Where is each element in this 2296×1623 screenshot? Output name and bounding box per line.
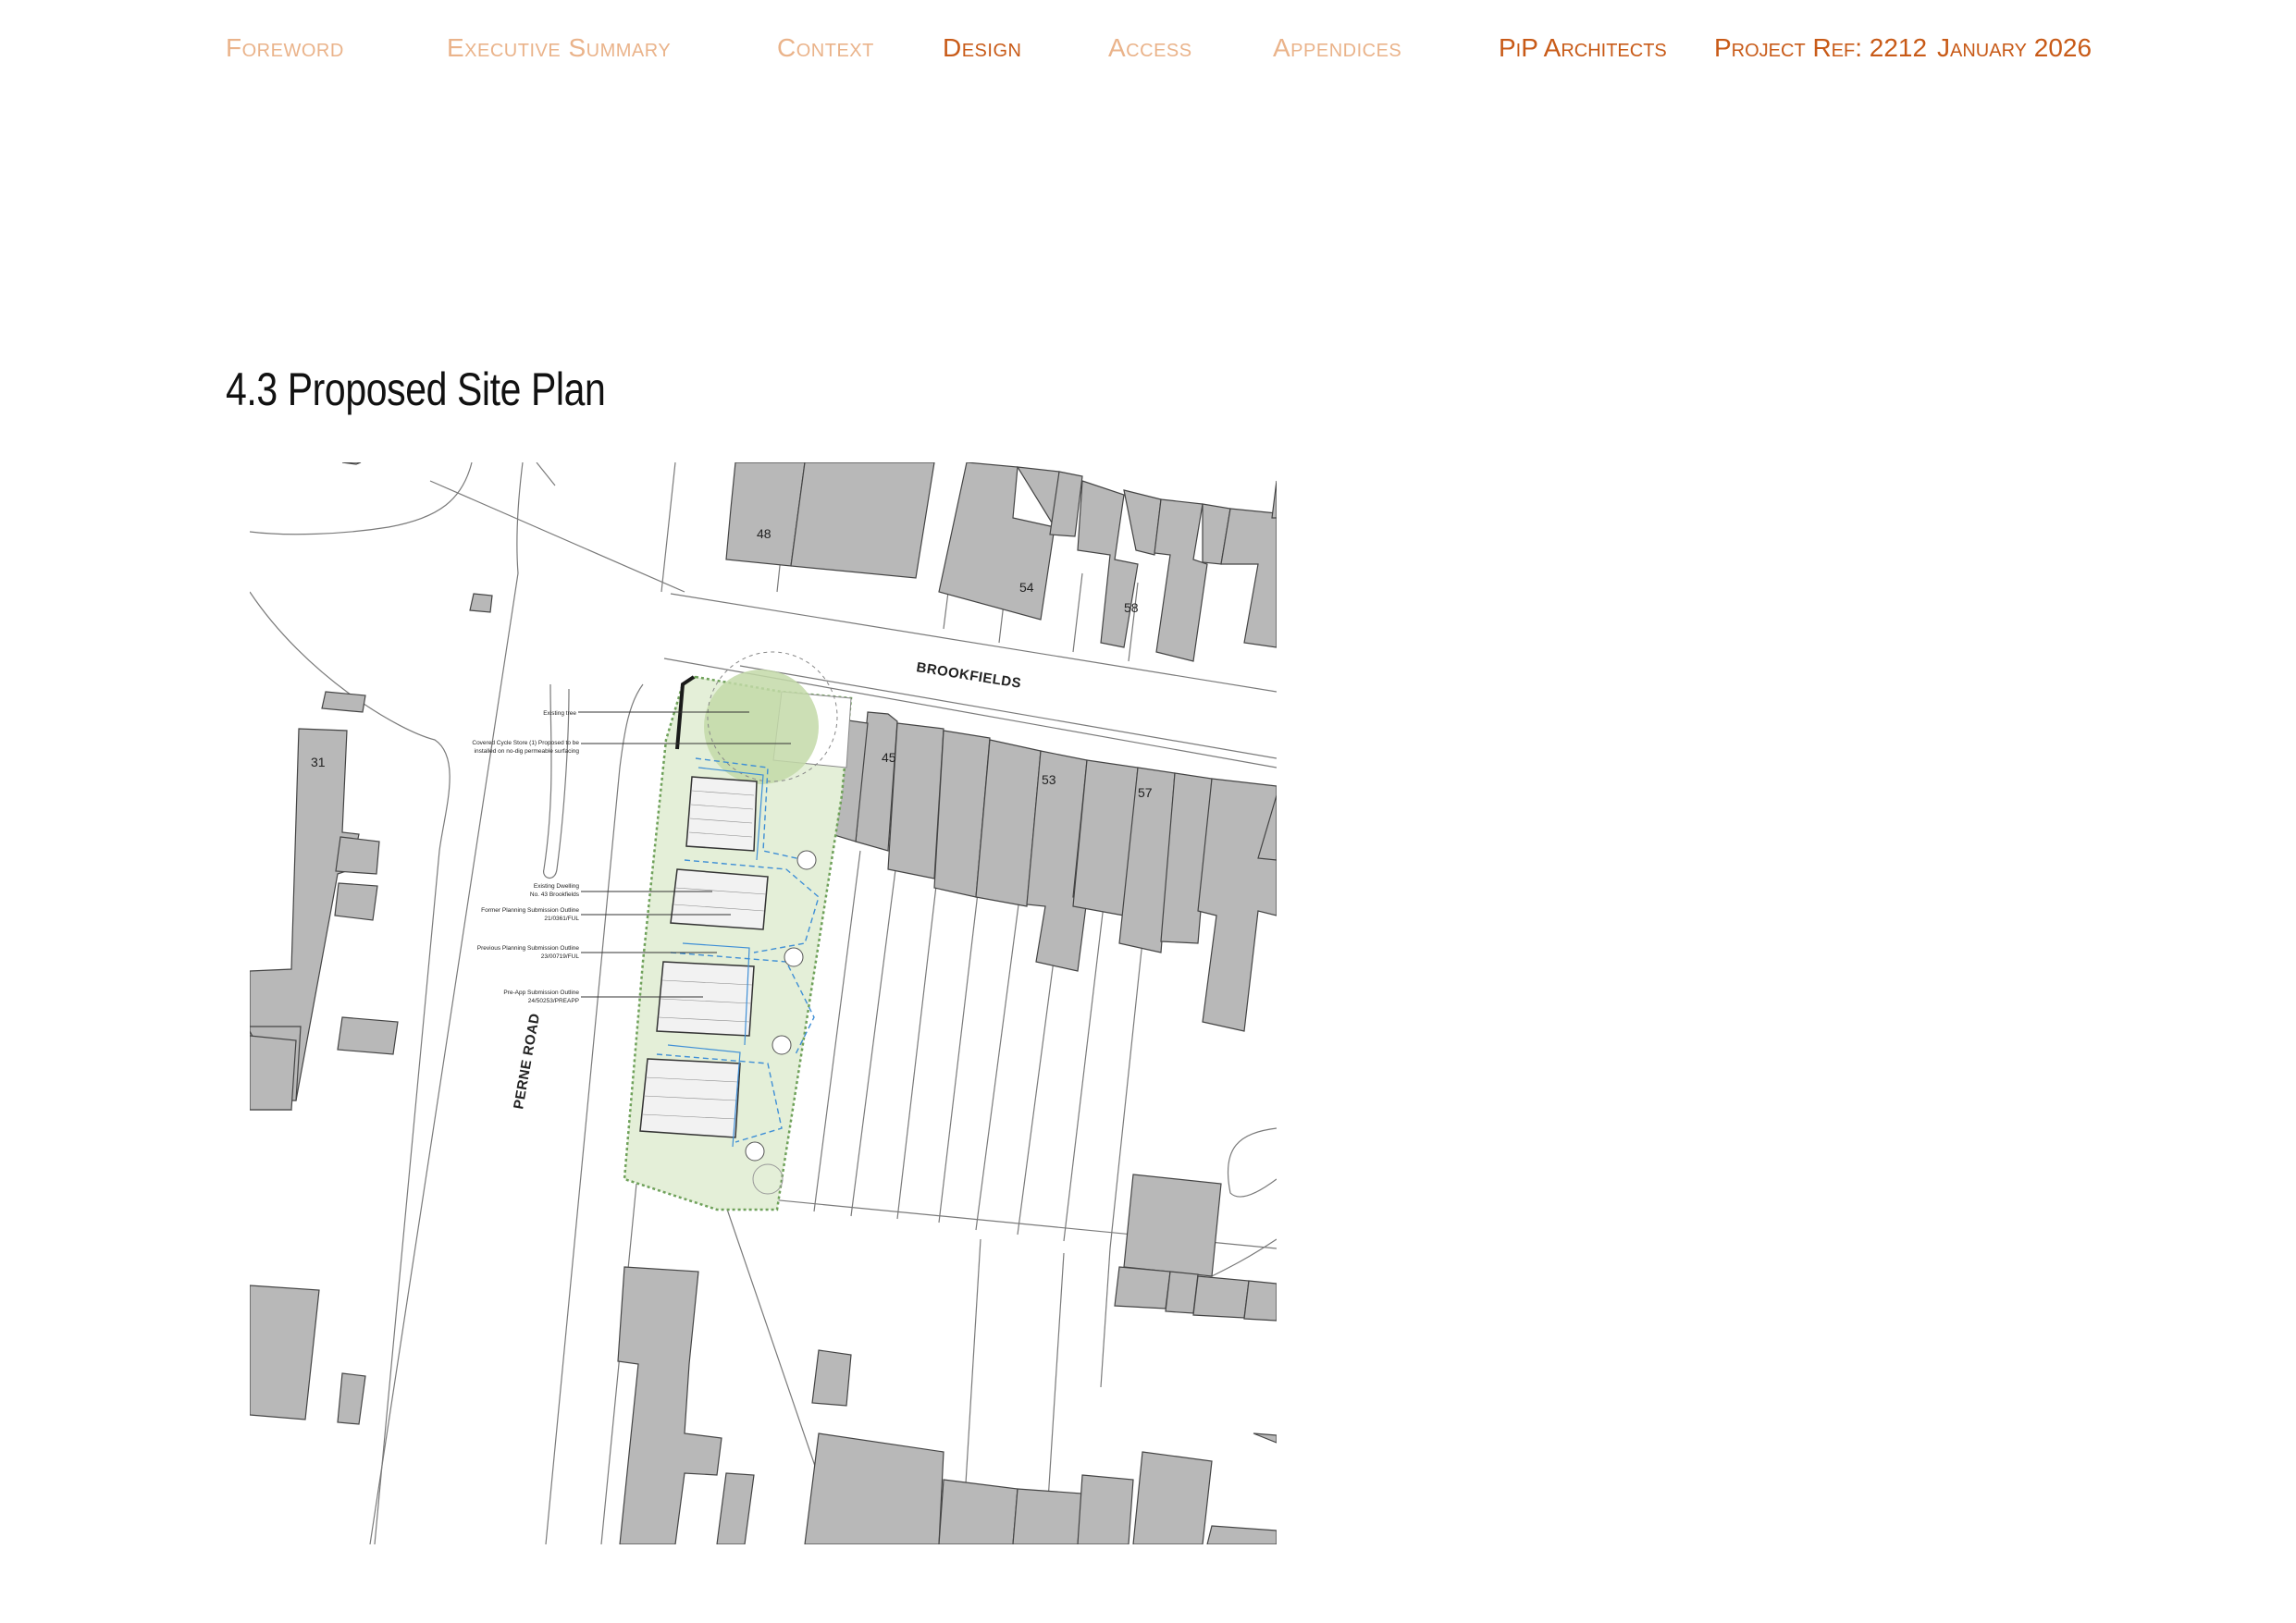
house-number-label: 53 <box>1042 772 1056 787</box>
site-plan-annotations: Existing tree Covered Cycle Store (1) Pr… <box>472 710 579 1004</box>
project-ref: Project Ref: 2212 <box>1714 33 1928 62</box>
annotation-cycle-store: Covered Cycle Store (1) Proposed to be <box>472 740 579 746</box>
street-label-perne-road: PERNE ROAD <box>511 1012 543 1110</box>
nav-context[interactable]: Context <box>777 33 874 63</box>
site-plan-drawing: BROOKFIELDS PERNE ROAD 48 54 58 45 53 57… <box>250 462 1277 1544</box>
house-number-label: 45 <box>882 750 896 765</box>
street-label-brookfields: BROOKFIELDS <box>915 659 1022 692</box>
annotation-preapp-submission-ref: 24/50253/PREAPP <box>528 998 579 1004</box>
house-number-label: 58 <box>1124 600 1139 615</box>
nav-design[interactable]: Design <box>943 33 1021 63</box>
nav-access[interactable]: Access <box>1108 33 1192 63</box>
application-site <box>623 651 853 1211</box>
page-title: 4.3 Proposed Site Plan <box>226 363 606 415</box>
annotation-former-submission: Former Planning Submission Outline <box>481 907 579 914</box>
house-number-label: 48 <box>757 526 772 541</box>
annotation-previous-submission: Previous Planning Submission Outline <box>477 945 580 952</box>
nav-appendices[interactable]: Appendices <box>1273 33 1401 63</box>
annotation-previous-submission-ref: 23/00719/FUL <box>541 953 580 960</box>
company-name: PiP Architects <box>1499 33 1667 62</box>
house-number-label: 54 <box>1019 580 1034 595</box>
annotation-preapp-submission: Pre-App Submission Outline <box>503 990 579 996</box>
annotation-existing-dwelling: Existing Dwelling <box>534 883 580 890</box>
annotation-existing-tree: Existing tree <box>543 710 576 717</box>
top-navigation: Foreword Executive Summary Context Desig… <box>0 0 2296 102</box>
nav-executive-summary[interactable]: Executive Summary <box>447 33 671 63</box>
annotation-former-submission-ref: 21/0361/FUL <box>544 916 579 922</box>
house-number-label: 31 <box>311 755 326 769</box>
house-number-label: 57 <box>1138 785 1153 800</box>
annotation-existing-dwelling-line2: No. 43 Brookfields <box>530 891 580 898</box>
nav-foreword[interactable]: Foreword <box>226 33 344 63</box>
annotation-cycle-store-line2: installed on no-dig permeable surfacing <box>475 748 580 755</box>
document-date: January 2026 <box>1937 33 2092 62</box>
